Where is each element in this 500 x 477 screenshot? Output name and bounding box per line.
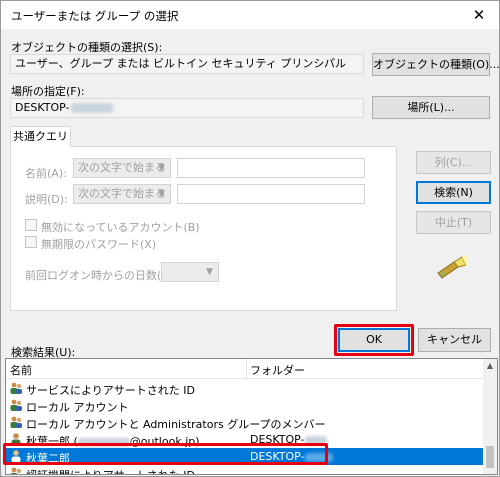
description-operator-select[interactable]: 次の文字で始まる ▼: [73, 184, 171, 204]
redacted-text: [304, 452, 333, 462]
days-since-logon-select[interactable]: ▼: [161, 262, 219, 282]
table-row[interactable]: ローカル アカウントと Administrators グループのメンバー: [6, 414, 484, 431]
results-header: 名前 フォルダー: [6, 359, 484, 379]
results-scrollbar[interactable]: ▲: [483, 359, 497, 474]
days-since-logon-label: 前回ログオン時からの日数(I):: [25, 269, 173, 282]
search-flashlight-icon: [437, 255, 467, 279]
user-icon: [11, 450, 21, 463]
row-name: 秋葉二郎: [26, 452, 70, 465]
location-field: DESKTOP-: [10, 98, 364, 118]
no-expire-password-checkbox[interactable]: [25, 236, 37, 248]
row-name-suffix: @outlook.jp): [129, 435, 200, 448]
column-separator: [246, 359, 247, 379]
table-row[interactable]: ローカル アカウント: [6, 397, 484, 414]
chevron-down-icon: ▼: [158, 163, 165, 173]
cancel-button[interactable]: キャンセル: [418, 328, 491, 352]
user-icon: [11, 433, 21, 446]
object-types-value: ユーザー、グループ または ビルトイン セキュリティ プリンシパル: [15, 57, 347, 70]
disabled-accounts-checkbox[interactable]: [25, 219, 37, 231]
close-icon[interactable]: ✕: [465, 3, 493, 27]
row-name-prefix: 秋葉一郎 (: [26, 435, 78, 448]
row-folder-value: DESKTOP-: [250, 433, 305, 446]
object-types-button[interactable]: オブジェクトの種類(O)...: [372, 53, 500, 76]
redacted-text: [304, 435, 327, 445]
select-users-dialog: ユーザーまたは グループ の選択 ✕ オブジェクトの種類の選択(S): ユーザー…: [0, 0, 500, 477]
ok-button[interactable]: OK: [338, 328, 410, 352]
search-results-list[interactable]: 名前 フォルダー サービスによりアサートされた ID ローカル アカウント ロー…: [5, 358, 498, 475]
name-operator-value: 次の文字で始まる: [78, 161, 166, 174]
user-group-icon: [10, 382, 22, 394]
redacted-text: [77, 437, 130, 447]
name-operator-select[interactable]: 次の文字で始まる ▼: [73, 158, 171, 178]
row-name: ローカル アカウントと Administrators グループのメンバー: [26, 418, 326, 431]
chevron-down-icon: ▼: [158, 189, 165, 199]
object-types-field: ユーザー、グループ または ビルトイン セキュリティ プリンシパル: [10, 54, 364, 74]
disabled-accounts-label: 無効になっているアカウント(B): [41, 221, 200, 234]
window-title: ユーザーまたは グループ の選択: [11, 9, 179, 23]
chevron-down-icon: ▼: [206, 267, 213, 277]
name-query-input[interactable]: [177, 158, 365, 178]
title-bar: ユーザーまたは グループ の選択 ✕: [1, 1, 499, 29]
description-operator-value: 次の文字で始まる: [78, 187, 166, 200]
row-folder-value: DESKTOP-: [250, 450, 305, 463]
scrollbar-thumb[interactable]: [486, 446, 494, 468]
location-button[interactable]: 場所(L)...: [372, 96, 490, 119]
columns-button[interactable]: 列(C)...: [416, 151, 491, 174]
table-row[interactable]: 認証機関によりアサートされた ID: [6, 465, 484, 474]
user-group-icon: [10, 467, 22, 474]
search-button[interactable]: 検索(N): [416, 181, 491, 204]
description-query-input[interactable]: [177, 184, 365, 204]
object-types-label: オブジェクトの種類の選択(S):: [11, 41, 163, 54]
user-group-icon: [10, 416, 22, 428]
tab-common-query[interactable]: 共通クエリ: [10, 126, 71, 147]
row-name: ローカル アカウント: [26, 401, 129, 414]
name-label: 名前(A):: [25, 167, 67, 180]
redacted-text: [70, 103, 113, 113]
table-row[interactable]: サービスによりアサートされた ID: [6, 380, 484, 397]
table-row[interactable]: 秋葉一郎 ( @outlook.jp) DESKTOP-: [6, 431, 484, 448]
stop-button[interactable]: 中止(T): [416, 211, 491, 234]
column-header-folder[interactable]: フォルダー: [250, 362, 305, 378]
scroll-up-icon[interactable]: ▲: [483, 361, 497, 370]
location-label: 場所の指定(F):: [11, 85, 85, 98]
row-folder: DESKTOP-: [250, 433, 327, 446]
user-group-icon: [10, 399, 22, 411]
row-folder: DESKTOP-: [250, 450, 333, 463]
table-row-selected[interactable]: 秋葉二郎 DESKTOP-: [6, 448, 484, 465]
no-expire-password-label: 無期限のパスワード(X): [41, 238, 157, 251]
row-name: サービスによりアサートされた ID: [26, 384, 195, 397]
column-header-name[interactable]: 名前: [10, 362, 32, 378]
description-label: 説明(D):: [25, 193, 68, 206]
row-name: 秋葉一郎 ( @outlook.jp): [26, 433, 200, 449]
location-value: DESKTOP-: [15, 101, 70, 114]
row-name: 認証機関によりアサートされた ID: [26, 467, 195, 474]
